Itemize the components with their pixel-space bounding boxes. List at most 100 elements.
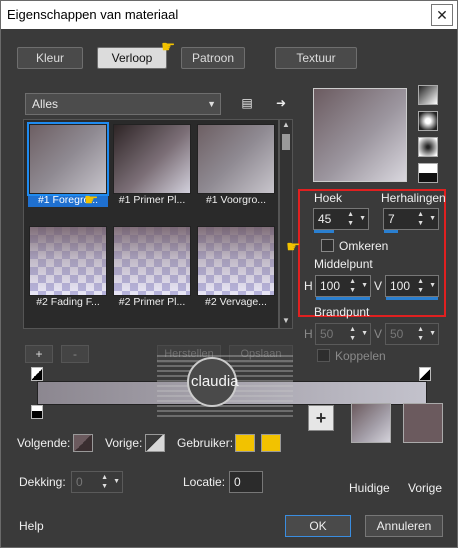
focus-h-value: 50	[320, 327, 334, 341]
gradient-thumbnail	[29, 226, 107, 296]
previous-label: Vorige	[408, 481, 443, 495]
previous-material-swatch[interactable]	[403, 403, 443, 443]
radial-style-icon[interactable]	[418, 163, 438, 183]
category-dropdown-value: Alles	[32, 97, 59, 111]
chevron-down-icon[interactable]: ▼	[361, 330, 368, 337]
current-material-swatch[interactable]	[351, 403, 391, 443]
stepper-arrows-icon[interactable]: ▲ ▼	[349, 325, 356, 343]
stop-marker-top-right[interactable]	[419, 367, 431, 381]
user-label: Gebruiker:	[177, 436, 234, 450]
repeats-slider[interactable]	[384, 230, 398, 233]
chevron-down-icon[interactable]: ▼	[429, 215, 436, 222]
gallery-item-label: #2 Primer Pl...	[118, 296, 186, 308]
add-swatch-button[interactable]: +	[308, 405, 334, 431]
angle-slider[interactable]	[314, 230, 334, 233]
scroll-up-icon[interactable]: ▲	[280, 120, 292, 132]
angle-label: Hoek	[314, 191, 343, 205]
location-field[interactable]: 0	[229, 471, 263, 493]
window-title: Eigenschappen van materiaal	[7, 7, 179, 22]
gradient-preview[interactable]	[313, 88, 407, 182]
user-swatch-2[interactable]	[261, 434, 281, 452]
gallery-scrollbar[interactable]: ▲ ▼	[279, 119, 293, 329]
gallery-item-label: #2 Fading F...	[36, 296, 100, 308]
center-point-label: Middelpunt	[314, 257, 373, 271]
gallery-item[interactable]: #1 Voorgro...	[196, 124, 276, 206]
ok-button[interactable]: OK	[285, 515, 351, 537]
help-link[interactable]: Help	[19, 519, 44, 533]
center-h-stepper[interactable]: 100 ▲ ▼ ▼	[315, 275, 371, 300]
stop-marker-bottom-left[interactable]	[31, 405, 43, 419]
gradient-thumbnail	[197, 226, 275, 296]
angle-stepper[interactable]: 45 ▲ ▼ ▼	[313, 208, 369, 233]
focus-point-label: Brandpunt	[314, 305, 370, 319]
center-v-label: V	[374, 279, 383, 293]
repeats-value: 7	[388, 212, 395, 226]
chevron-down-icon[interactable]: ▼	[429, 282, 436, 289]
repeats-label: Herhalingen	[381, 191, 446, 205]
rectangular-style-icon[interactable]	[418, 111, 438, 131]
repeats-stepper[interactable]: 7 ▲ ▼ ▼	[383, 208, 439, 233]
tab-kleur[interactable]: Kleur	[17, 47, 83, 69]
tab-patroon[interactable]: Patroon	[181, 47, 245, 69]
gallery-item-label: #1 Voorgro...	[205, 194, 267, 206]
chevron-down-icon[interactable]: ▼	[429, 330, 436, 337]
angle-value: 45	[318, 212, 332, 226]
chevron-down-icon[interactable]: ▼	[361, 282, 368, 289]
gallery-item[interactable]: #2 Fading F...	[28, 226, 108, 308]
gallery-item[interactable]: #2 Vervage...	[196, 226, 276, 308]
gallery-item[interactable]: #2 Primer Pl...	[112, 226, 192, 308]
chevron-down-icon[interactable]: ▼	[113, 478, 120, 485]
prev-swatch[interactable]	[145, 434, 165, 452]
center-h-slider[interactable]	[316, 297, 370, 300]
chevron-down-icon[interactable]: ▼	[359, 215, 366, 222]
arrow-right-icon[interactable]: ➜	[271, 93, 291, 113]
close-button[interactable]: ✕	[431, 4, 453, 26]
stepper-arrows-icon[interactable]: ▲ ▼	[101, 473, 108, 491]
focus-v-label: V	[374, 327, 383, 341]
pointing-hand-icon: ☛	[84, 192, 99, 209]
stepper-arrows-icon[interactable]: ▲ ▼	[417, 210, 424, 228]
material-properties-dialog: Eigenschappen van materiaal ✕ Kleur Verl…	[0, 0, 458, 548]
gallery-item-label: #2 Vervage...	[205, 296, 267, 308]
gallery-item-label: #1 Primer Pl...	[118, 194, 186, 206]
library-icon[interactable]: ▤	[237, 93, 257, 113]
category-dropdown[interactable]: Alles ▼	[25, 93, 221, 115]
gradient-thumbnail	[27, 122, 109, 196]
link-checkbox[interactable]	[317, 349, 330, 362]
gradient-thumbnail	[113, 124, 191, 194]
user-swatch-1[interactable]	[235, 434, 255, 452]
title-bar: Eigenschappen van materiaal ✕	[1, 1, 457, 29]
tab-verloop[interactable]: Verloop	[97, 47, 167, 69]
center-v-stepper[interactable]: 100 ▲ ▼ ▼	[385, 275, 439, 300]
linear-style-icon[interactable]	[418, 85, 438, 105]
stepper-arrows-icon[interactable]: ▲ ▼	[347, 210, 354, 228]
gradient-gallery: #1 Foregro... #1 Primer Pl... #1 Voorgro…	[23, 119, 279, 329]
focus-h-label: H	[304, 327, 313, 341]
sunburst-style-icon[interactable]	[418, 137, 438, 157]
remove-stop-button[interactable]: -	[61, 345, 89, 363]
scrollbar-thumb[interactable]	[282, 134, 290, 150]
current-label: Huidige	[349, 481, 390, 495]
stepper-arrows-icon[interactable]: ▲ ▼	[417, 277, 424, 295]
stepper-arrows-icon[interactable]: ▲ ▼	[349, 277, 356, 295]
center-v-value: 100	[390, 279, 411, 293]
scroll-down-icon[interactable]: ▼	[280, 316, 292, 328]
next-label: Volgende:	[17, 436, 71, 450]
gradient-thumbnail	[113, 226, 191, 296]
pointing-hand-icon: ☛	[161, 39, 176, 56]
add-stop-button[interactable]: +	[25, 345, 53, 363]
tab-textuur[interactable]: Textuur	[275, 47, 357, 69]
cancel-button[interactable]: Annuleren	[365, 515, 443, 537]
invert-checkbox[interactable]	[321, 239, 334, 252]
invert-label: Omkeren	[339, 239, 389, 253]
opacity-value: 0	[76, 475, 83, 489]
stop-marker-top-left[interactable]	[31, 367, 43, 381]
focus-h-stepper[interactable]: 50 ▲ ▼ ▼	[315, 323, 371, 345]
center-v-slider[interactable]	[386, 297, 438, 300]
focus-v-stepper[interactable]: 50 ▲ ▼ ▼	[385, 323, 439, 345]
opacity-stepper[interactable]: 0 ▲ ▼ ▼	[71, 471, 123, 493]
center-h-label: H	[304, 279, 313, 293]
stepper-arrows-icon[interactable]: ▲ ▼	[417, 325, 424, 343]
gallery-item[interactable]: #1 Primer Pl...	[112, 124, 192, 206]
next-swatch[interactable]	[73, 434, 93, 452]
